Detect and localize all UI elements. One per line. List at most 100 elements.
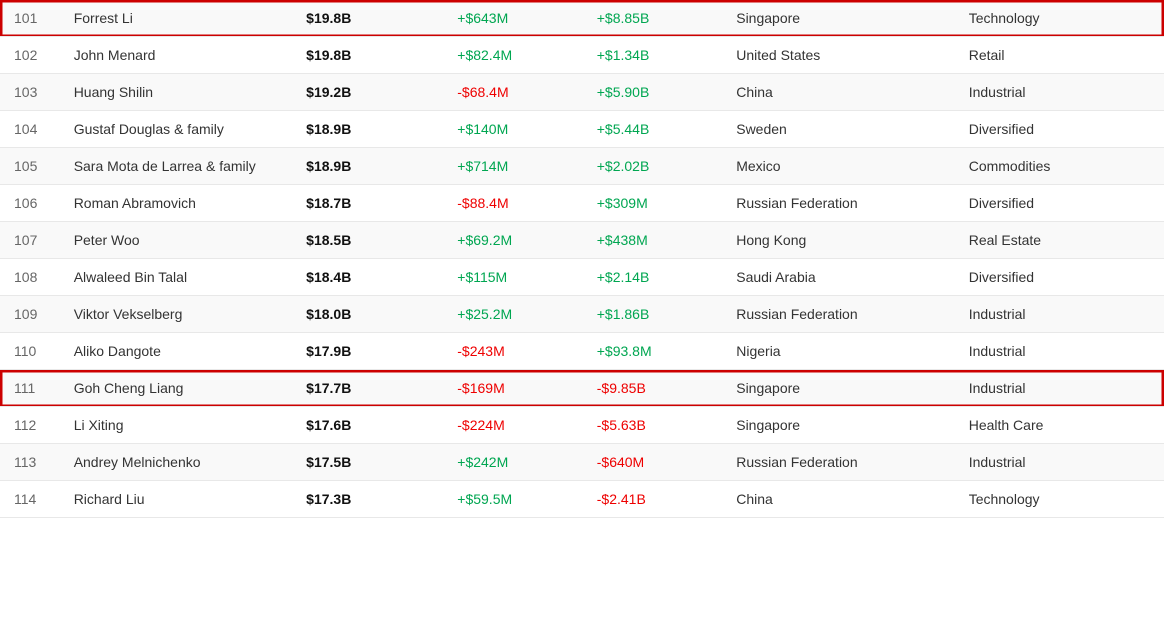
change-cell: +$242M bbox=[443, 444, 582, 481]
networth-cell: $17.6B bbox=[292, 407, 443, 444]
table-row: 101 Forrest Li $19.8B +$643M +$8.85B Sin… bbox=[0, 0, 1164, 37]
change-cell: +$714M bbox=[443, 148, 582, 185]
name-cell: Gustaf Douglas & family bbox=[60, 111, 292, 148]
table-row: 108 Alwaleed Bin Talal $18.4B +$115M +$2… bbox=[0, 259, 1164, 296]
change-cell: +$643M bbox=[443, 0, 582, 37]
rank-cell: 109 bbox=[0, 296, 60, 333]
networth-cell: $19.8B bbox=[292, 0, 443, 37]
industry-cell: Industrial bbox=[955, 444, 1164, 481]
rank-cell: 110 bbox=[0, 333, 60, 370]
change-cell: -$224M bbox=[443, 407, 582, 444]
networth-cell: $18.9B bbox=[292, 111, 443, 148]
ytd-cell: -$2.41B bbox=[583, 481, 722, 518]
networth-cell: $17.5B bbox=[292, 444, 443, 481]
ytd-cell: +$8.85B bbox=[583, 0, 722, 37]
country-cell: Russian Federation bbox=[722, 185, 954, 222]
name-cell: Li Xiting bbox=[60, 407, 292, 444]
change-cell: -$68.4M bbox=[443, 74, 582, 111]
country-cell: Nigeria bbox=[722, 333, 954, 370]
change-cell: +$69.2M bbox=[443, 222, 582, 259]
table-row: 114 Richard Liu $17.3B +$59.5M -$2.41B C… bbox=[0, 481, 1164, 518]
industry-cell: Real Estate bbox=[955, 222, 1164, 259]
networth-cell: $17.7B bbox=[292, 370, 443, 407]
rank-cell: 108 bbox=[0, 259, 60, 296]
table-row: 103 Huang Shilin $19.2B -$68.4M +$5.90B … bbox=[0, 74, 1164, 111]
industry-cell: Industrial bbox=[955, 370, 1164, 407]
table-row: 107 Peter Woo $18.5B +$69.2M +$438M Hong… bbox=[0, 222, 1164, 259]
networth-cell: $18.0B bbox=[292, 296, 443, 333]
rank-cell: 107 bbox=[0, 222, 60, 259]
name-cell: Sara Mota de Larrea & family bbox=[60, 148, 292, 185]
change-cell: +$140M bbox=[443, 111, 582, 148]
country-cell: Singapore bbox=[722, 407, 954, 444]
networth-cell: $17.3B bbox=[292, 481, 443, 518]
rank-cell: 106 bbox=[0, 185, 60, 222]
table-row: 111 Goh Cheng Liang $17.7B -$169M -$9.85… bbox=[0, 370, 1164, 407]
industry-cell: Technology bbox=[955, 0, 1164, 37]
country-cell: Saudi Arabia bbox=[722, 259, 954, 296]
table-row: 112 Li Xiting $17.6B -$224M -$5.63B Sing… bbox=[0, 407, 1164, 444]
change-cell: +$82.4M bbox=[443, 37, 582, 74]
rank-cell: 103 bbox=[0, 74, 60, 111]
industry-cell: Industrial bbox=[955, 333, 1164, 370]
rank-cell: 101 bbox=[0, 0, 60, 37]
networth-cell: $19.2B bbox=[292, 74, 443, 111]
billionaires-table: 101 Forrest Li $19.8B +$643M +$8.85B Sin… bbox=[0, 0, 1164, 518]
ytd-cell: +$2.02B bbox=[583, 148, 722, 185]
rank-cell: 104 bbox=[0, 111, 60, 148]
name-cell: John Menard bbox=[60, 37, 292, 74]
table-row: 104 Gustaf Douglas & family $18.9B +$140… bbox=[0, 111, 1164, 148]
country-cell: Sweden bbox=[722, 111, 954, 148]
country-cell: Hong Kong bbox=[722, 222, 954, 259]
name-cell: Alwaleed Bin Talal bbox=[60, 259, 292, 296]
table-row: 102 John Menard $19.8B +$82.4M +$1.34B U… bbox=[0, 37, 1164, 74]
name-cell: Roman Abramovich bbox=[60, 185, 292, 222]
networth-cell: $17.9B bbox=[292, 333, 443, 370]
change-cell: +$115M bbox=[443, 259, 582, 296]
country-cell: Singapore bbox=[722, 0, 954, 37]
ytd-cell: +$5.44B bbox=[583, 111, 722, 148]
country-cell: Singapore bbox=[722, 370, 954, 407]
table-row: 105 Sara Mota de Larrea & family $18.9B … bbox=[0, 148, 1164, 185]
ytd-cell: -$9.85B bbox=[583, 370, 722, 407]
table-row: 109 Viktor Vekselberg $18.0B +$25.2M +$1… bbox=[0, 296, 1164, 333]
country-cell: China bbox=[722, 74, 954, 111]
ytd-cell: +$2.14B bbox=[583, 259, 722, 296]
change-cell: -$88.4M bbox=[443, 185, 582, 222]
ytd-cell: +$5.90B bbox=[583, 74, 722, 111]
ytd-cell: +$438M bbox=[583, 222, 722, 259]
networth-cell: $18.9B bbox=[292, 148, 443, 185]
industry-cell: Industrial bbox=[955, 296, 1164, 333]
ytd-cell: +$1.86B bbox=[583, 296, 722, 333]
industry-cell: Technology bbox=[955, 481, 1164, 518]
rank-cell: 114 bbox=[0, 481, 60, 518]
industry-cell: Industrial bbox=[955, 74, 1164, 111]
networth-cell: $18.5B bbox=[292, 222, 443, 259]
name-cell: Peter Woo bbox=[60, 222, 292, 259]
industry-cell: Retail bbox=[955, 37, 1164, 74]
country-cell: China bbox=[722, 481, 954, 518]
industry-cell: Health Care bbox=[955, 407, 1164, 444]
name-cell: Viktor Vekselberg bbox=[60, 296, 292, 333]
name-cell: Huang Shilin bbox=[60, 74, 292, 111]
table-row: 106 Roman Abramovich $18.7B -$88.4M +$30… bbox=[0, 185, 1164, 222]
change-cell: -$169M bbox=[443, 370, 582, 407]
ytd-cell: +$93.8M bbox=[583, 333, 722, 370]
country-cell: Russian Federation bbox=[722, 444, 954, 481]
ytd-cell: +$309M bbox=[583, 185, 722, 222]
change-cell: +$59.5M bbox=[443, 481, 582, 518]
country-cell: United States bbox=[722, 37, 954, 74]
table-row: 110 Aliko Dangote $17.9B -$243M +$93.8M … bbox=[0, 333, 1164, 370]
name-cell: Aliko Dangote bbox=[60, 333, 292, 370]
networth-cell: $18.4B bbox=[292, 259, 443, 296]
ytd-cell: -$5.63B bbox=[583, 407, 722, 444]
ytd-cell: -$640M bbox=[583, 444, 722, 481]
rank-cell: 111 bbox=[0, 370, 60, 407]
industry-cell: Diversified bbox=[955, 259, 1164, 296]
industry-cell: Diversified bbox=[955, 111, 1164, 148]
industry-cell: Diversified bbox=[955, 185, 1164, 222]
rank-cell: 102 bbox=[0, 37, 60, 74]
country-cell: Russian Federation bbox=[722, 296, 954, 333]
change-cell: +$25.2M bbox=[443, 296, 582, 333]
name-cell: Richard Liu bbox=[60, 481, 292, 518]
